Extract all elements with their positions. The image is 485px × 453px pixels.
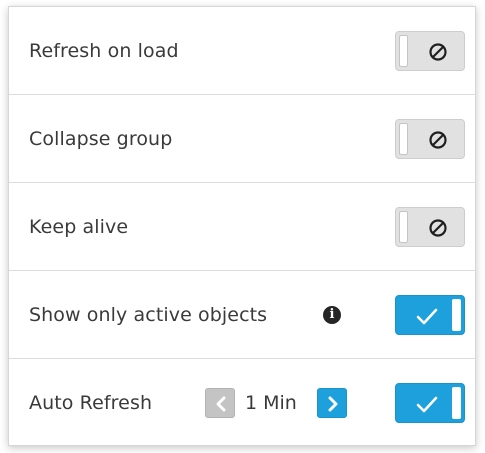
keep-alive-toggle[interactable] — [395, 206, 465, 247]
show-only-active-objects-label: Show only active objects — [29, 303, 268, 326]
collapse-group-toggle[interactable] — [395, 118, 465, 159]
collapse-group-row: Collapse group — [9, 95, 475, 183]
refresh-on-load-toggle[interactable] — [395, 30, 465, 71]
auto-refresh-toggle[interactable] — [395, 383, 465, 423]
refresh-on-load-row: Refresh on load — [9, 7, 475, 95]
toggle-knob — [399, 210, 408, 243]
checkmark-icon — [416, 396, 438, 413]
interval-value: 1 Min — [245, 392, 297, 414]
disabled-circle-icon — [429, 130, 447, 149]
disabled-circle-icon — [429, 218, 447, 237]
chevron-right-icon — [328, 396, 338, 412]
collapse-group-label: Collapse group — [29, 127, 173, 150]
show-only-active-objects-row: Show only active objects i — [9, 271, 475, 359]
toggle-knob — [452, 387, 461, 419]
info-icon[interactable]: i — [323, 305, 341, 324]
auto-refresh-row: Auto Refresh 1 Min — [9, 359, 475, 447]
auto-refresh-label: Auto Refresh — [29, 392, 153, 414]
chevron-left-icon — [216, 396, 226, 412]
toggle-knob — [399, 122, 408, 155]
interval-increase-button[interactable] — [316, 388, 347, 418]
settings-panel: Refresh on load Collapse group Keep aliv… — [8, 6, 476, 446]
refresh-interval-stepper: 1 Min — [205, 388, 347, 418]
show-only-active-objects-toggle[interactable] — [395, 294, 465, 335]
keep-alive-row: Keep alive — [9, 183, 475, 271]
disabled-circle-icon — [429, 42, 447, 61]
refresh-on-load-label: Refresh on load — [29, 39, 179, 62]
toggle-knob — [399, 34, 408, 67]
interval-decrease-button[interactable] — [205, 388, 235, 418]
checkmark-icon — [416, 308, 438, 324]
keep-alive-label: Keep alive — [29, 215, 129, 238]
toggle-knob — [452, 298, 461, 331]
